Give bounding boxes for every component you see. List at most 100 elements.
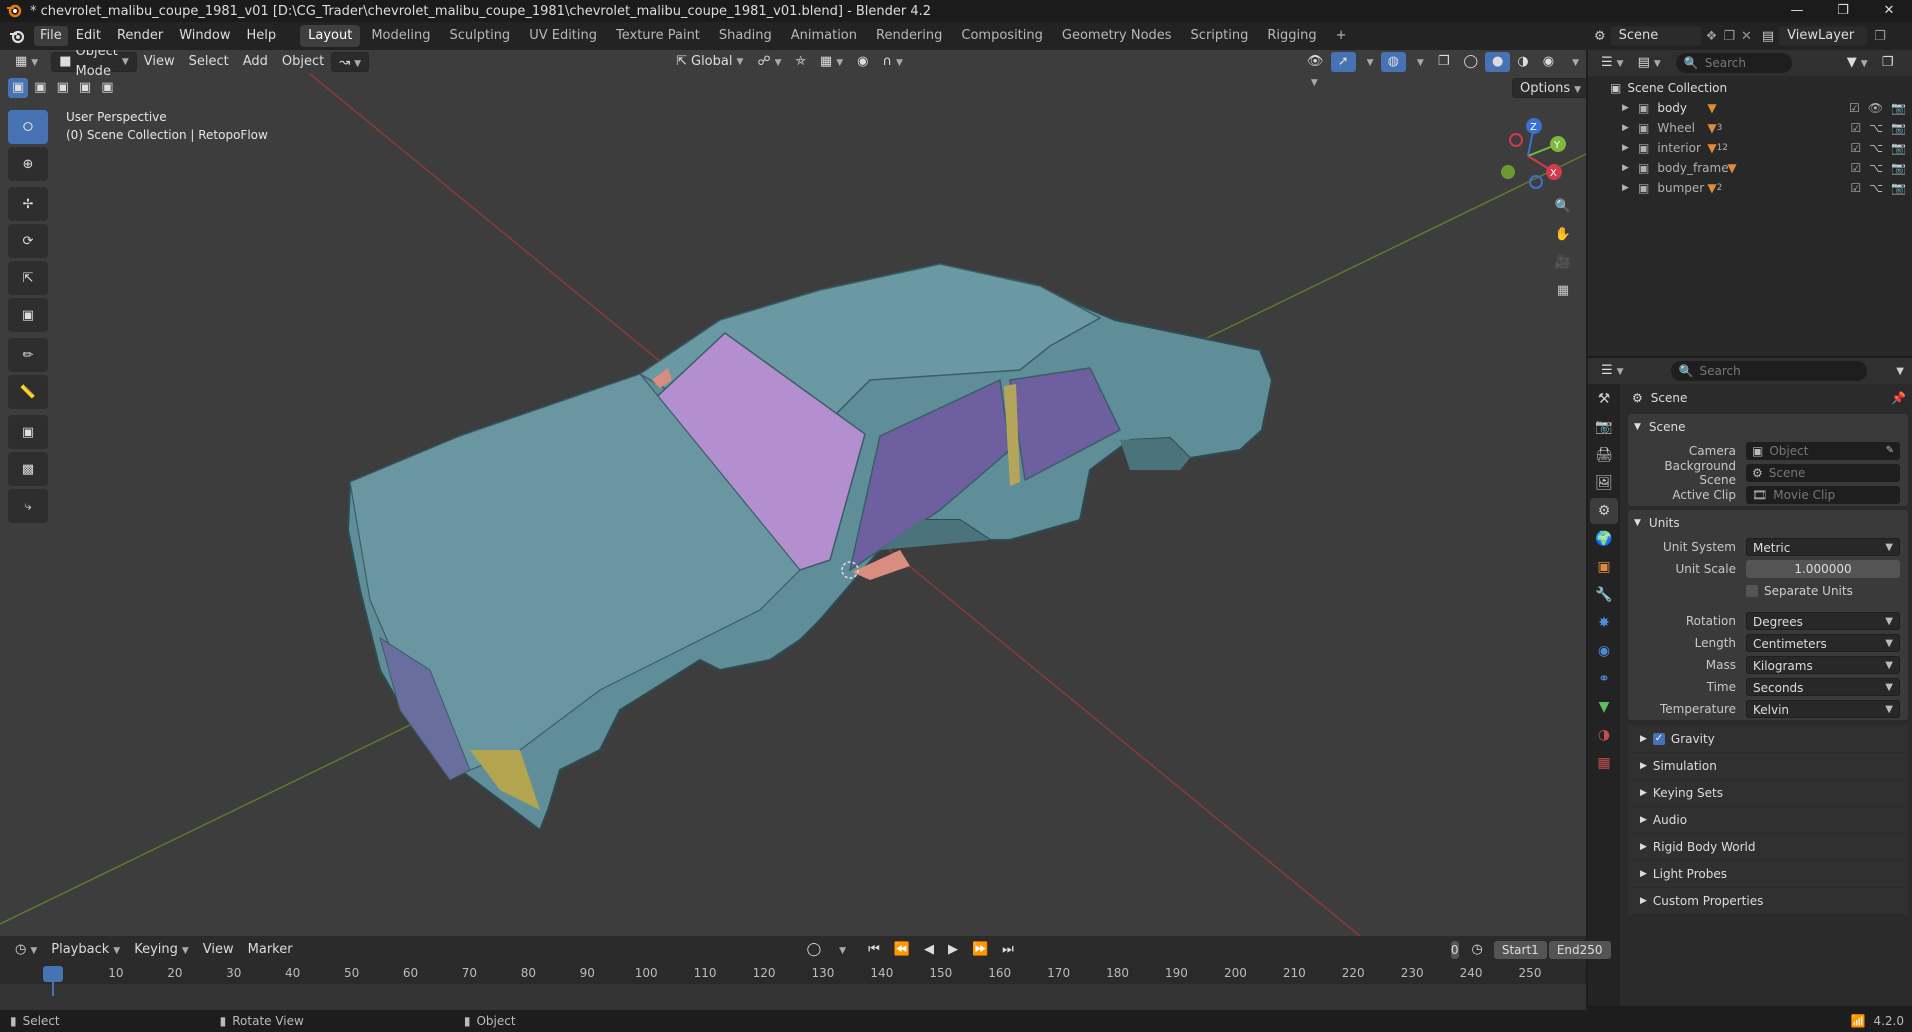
- play-reverse-icon[interactable]: ◀: [917, 940, 941, 960]
- render-tab-icon[interactable]: 📷: [1590, 414, 1618, 440]
- outliner-item-body[interactable]: ▶ ▣ body ▼ ☑ 👁 📷: [1588, 98, 1912, 118]
- menu-select[interactable]: Select: [182, 52, 236, 72]
- eye-hidden-icon[interactable]: ⌥: [1869, 121, 1883, 135]
- rendered-shading-icon[interactable]: ◉: [1536, 52, 1561, 72]
- world-tab-icon[interactable]: 🌍: [1590, 526, 1618, 552]
- zoom-icon[interactable]: 🔍: [1548, 192, 1578, 220]
- keying-dropdown-icon[interactable]: ▼: [828, 940, 853, 960]
- time-dropdown[interactable]: Seconds ▼: [1746, 678, 1900, 696]
- jump-next-keyframe-icon[interactable]: ⏩: [965, 940, 995, 960]
- simulation-subpanel[interactable]: ▶ Simulation: [1628, 753, 1908, 780]
- material-shading-icon[interactable]: ◑: [1510, 52, 1535, 72]
- falloff-icon[interactable]: ∩ ▼: [875, 52, 909, 72]
- scene-selector[interactable]: Scene: [1609, 26, 1702, 46]
- eye-hidden-icon[interactable]: ⌥: [1869, 181, 1883, 195]
- menu-file[interactable]: File: [34, 26, 68, 46]
- pan-hand-icon[interactable]: ✋: [1548, 220, 1578, 248]
- pin-icon[interactable]: 📌: [1891, 391, 1906, 405]
- visibility-icon[interactable]: 👁▼: [1300, 52, 1331, 88]
- particles-tab-icon[interactable]: ✸: [1590, 610, 1618, 636]
- include-checkbox[interactable]: ☑: [1850, 121, 1861, 135]
- gizmo-type-dropdown[interactable]: ↝ ▼: [331, 52, 370, 72]
- render-camera-icon[interactable]: 📷: [1891, 161, 1906, 175]
- scene-new-icon[interactable]: ❐: [1723, 29, 1735, 44]
- auto-keying-icon[interactable]: ◯: [800, 940, 829, 960]
- menu-playback[interactable]: Playback ▼: [44, 940, 127, 960]
- properties-search-input[interactable]: 🔍 Search: [1670, 361, 1867, 381]
- tab-animation[interactable]: Animation: [783, 25, 865, 47]
- snap-target-icon[interactable]: ▦ ▼: [813, 52, 850, 72]
- properties-options-icon[interactable]: ▼: [1896, 366, 1904, 377]
- view-layer-tab-icon[interactable]: 🖼: [1590, 470, 1618, 496]
- outliner-item-bumper[interactable]: ▶ ▣ bumper ▼ 2 ☑ ⌥ 📷: [1588, 178, 1912, 198]
- rotation-dropdown[interactable]: Degrees ▼: [1746, 612, 1900, 630]
- tab-uv-editing[interactable]: UV Editing: [521, 25, 605, 47]
- texture-tab-icon[interactable]: ▦: [1590, 750, 1618, 776]
- gizmo-dropdown-icon[interactable]: ▼: [1356, 52, 1381, 72]
- outliner-item-interior[interactable]: ▶ ▣ interior ▼ 12 ☑ ⌥ 📷: [1588, 138, 1912, 158]
- eye-hidden-icon[interactable]: ⌥: [1869, 161, 1883, 175]
- tab-sculpting[interactable]: Sculpting: [441, 25, 518, 47]
- viewlayer-selector[interactable]: ViewLayer: [1778, 26, 1869, 46]
- filter-icon[interactable]: ▼ ▼: [1840, 53, 1875, 73]
- menu-object[interactable]: Object: [275, 52, 331, 72]
- outliner-editor-type-icon[interactable]: ☰ ▼: [1594, 53, 1631, 73]
- background-scene-field[interactable]: ⚙ Scene: [1746, 464, 1900, 482]
- separate-units-checkbox[interactable]: [1746, 585, 1758, 597]
- properties-editor-type-icon[interactable]: ☰ ▼: [1594, 361, 1631, 381]
- include-checkbox[interactable]: ☑: [1849, 101, 1860, 115]
- active-clip-field[interactable]: 🎞 Movie Clip: [1746, 486, 1900, 504]
- wireframe-shading-icon[interactable]: ◯: [1456, 52, 1485, 72]
- expand-chevron-icon[interactable]: ▶: [1622, 183, 1634, 193]
- overlays-toggle-icon[interactable]: ◍: [1380, 52, 1406, 72]
- camera-view-icon[interactable]: 🎥: [1548, 248, 1578, 276]
- render-camera-icon[interactable]: 📷: [1891, 101, 1906, 115]
- draw-curve-tool-icon[interactable]: ⤷: [8, 489, 48, 523]
- outliner-search-input[interactable]: 🔍 Search: [1675, 53, 1792, 73]
- proportional-editing-icon[interactable]: ◉: [850, 52, 875, 72]
- eye-visible-icon[interactable]: 👁: [1868, 101, 1883, 115]
- new-collection-icon[interactable]: ❐: [1875, 53, 1901, 73]
- menu-help[interactable]: Help: [239, 22, 285, 50]
- overlays-dropdown-icon[interactable]: ▼: [1406, 52, 1431, 72]
- include-checkbox[interactable]: ☑: [1850, 181, 1861, 195]
- select-subtract-icon[interactable]: ▣: [53, 78, 73, 98]
- unit-system-dropdown[interactable]: Metric ▼: [1746, 538, 1900, 556]
- expand-chevron-icon[interactable]: ▶: [1622, 143, 1634, 153]
- menu-marker[interactable]: Marker: [241, 940, 300, 960]
- menu-add[interactable]: Add: [236, 52, 275, 72]
- transform-orientation-dropdown[interactable]: ⇱ Global ▼: [669, 52, 750, 72]
- xray-toggle-icon[interactable]: ❐: [1431, 52, 1457, 72]
- menu-render[interactable]: Render: [109, 22, 171, 50]
- start-frame-field[interactable]: Start 1: [1493, 941, 1547, 959]
- menu-keying[interactable]: Keying ▼: [127, 940, 196, 960]
- transform-tool-icon[interactable]: ▣: [8, 298, 48, 332]
- gizmo-toggle-icon[interactable]: ➚: [1330, 52, 1356, 72]
- mass-dropdown[interactable]: Kilograms ▼: [1746, 656, 1900, 674]
- cursor-tool-icon[interactable]: ⊕: [8, 147, 48, 181]
- select-box-tool-icon[interactable]: ⭘: [8, 110, 48, 144]
- select-intersect-icon[interactable]: ▣: [97, 78, 117, 98]
- mode-selector[interactable]: ■ Object Mode ▼: [51, 50, 137, 79]
- editor-type-icon[interactable]: ▦ ▼: [8, 52, 45, 72]
- blender-menu-icon[interactable]: [0, 28, 34, 44]
- outliner-item-body-frame[interactable]: ▶ ▣ body_frame ▼ ☑ ⌥ 📷: [1588, 158, 1912, 178]
- light-probes-subpanel[interactable]: ▶ Light Probes: [1628, 861, 1908, 888]
- include-checkbox[interactable]: ☑: [1850, 141, 1861, 155]
- snap-icon[interactable]: ⛤: [789, 52, 813, 72]
- tab-rendering[interactable]: Rendering: [868, 25, 950, 47]
- tab-rigging[interactable]: Rigging: [1259, 25, 1324, 47]
- tool-tab-icon[interactable]: ⚒: [1590, 386, 1618, 412]
- menu-edit[interactable]: Edit: [68, 22, 109, 50]
- perspective-grid-icon[interactable]: ▦: [1548, 276, 1578, 304]
- jump-prev-keyframe-icon[interactable]: ⏪: [887, 940, 917, 960]
- tab-layout[interactable]: Layout: [300, 25, 361, 47]
- close-window-button[interactable]: ✕: [1866, 0, 1912, 22]
- scale-tool-icon[interactable]: ⇱: [8, 261, 48, 295]
- preview-range-icon[interactable]: ◷: [1465, 940, 1490, 960]
- rotate-tool-icon[interactable]: ⟳: [8, 224, 48, 258]
- shading-dropdown-icon[interactable]: ▼: [1561, 52, 1586, 72]
- add-workspace-button[interactable]: +: [1328, 25, 1355, 47]
- audio-subpanel[interactable]: ▶ Audio: [1628, 807, 1908, 834]
- length-dropdown[interactable]: Centimeters ▼: [1746, 634, 1900, 652]
